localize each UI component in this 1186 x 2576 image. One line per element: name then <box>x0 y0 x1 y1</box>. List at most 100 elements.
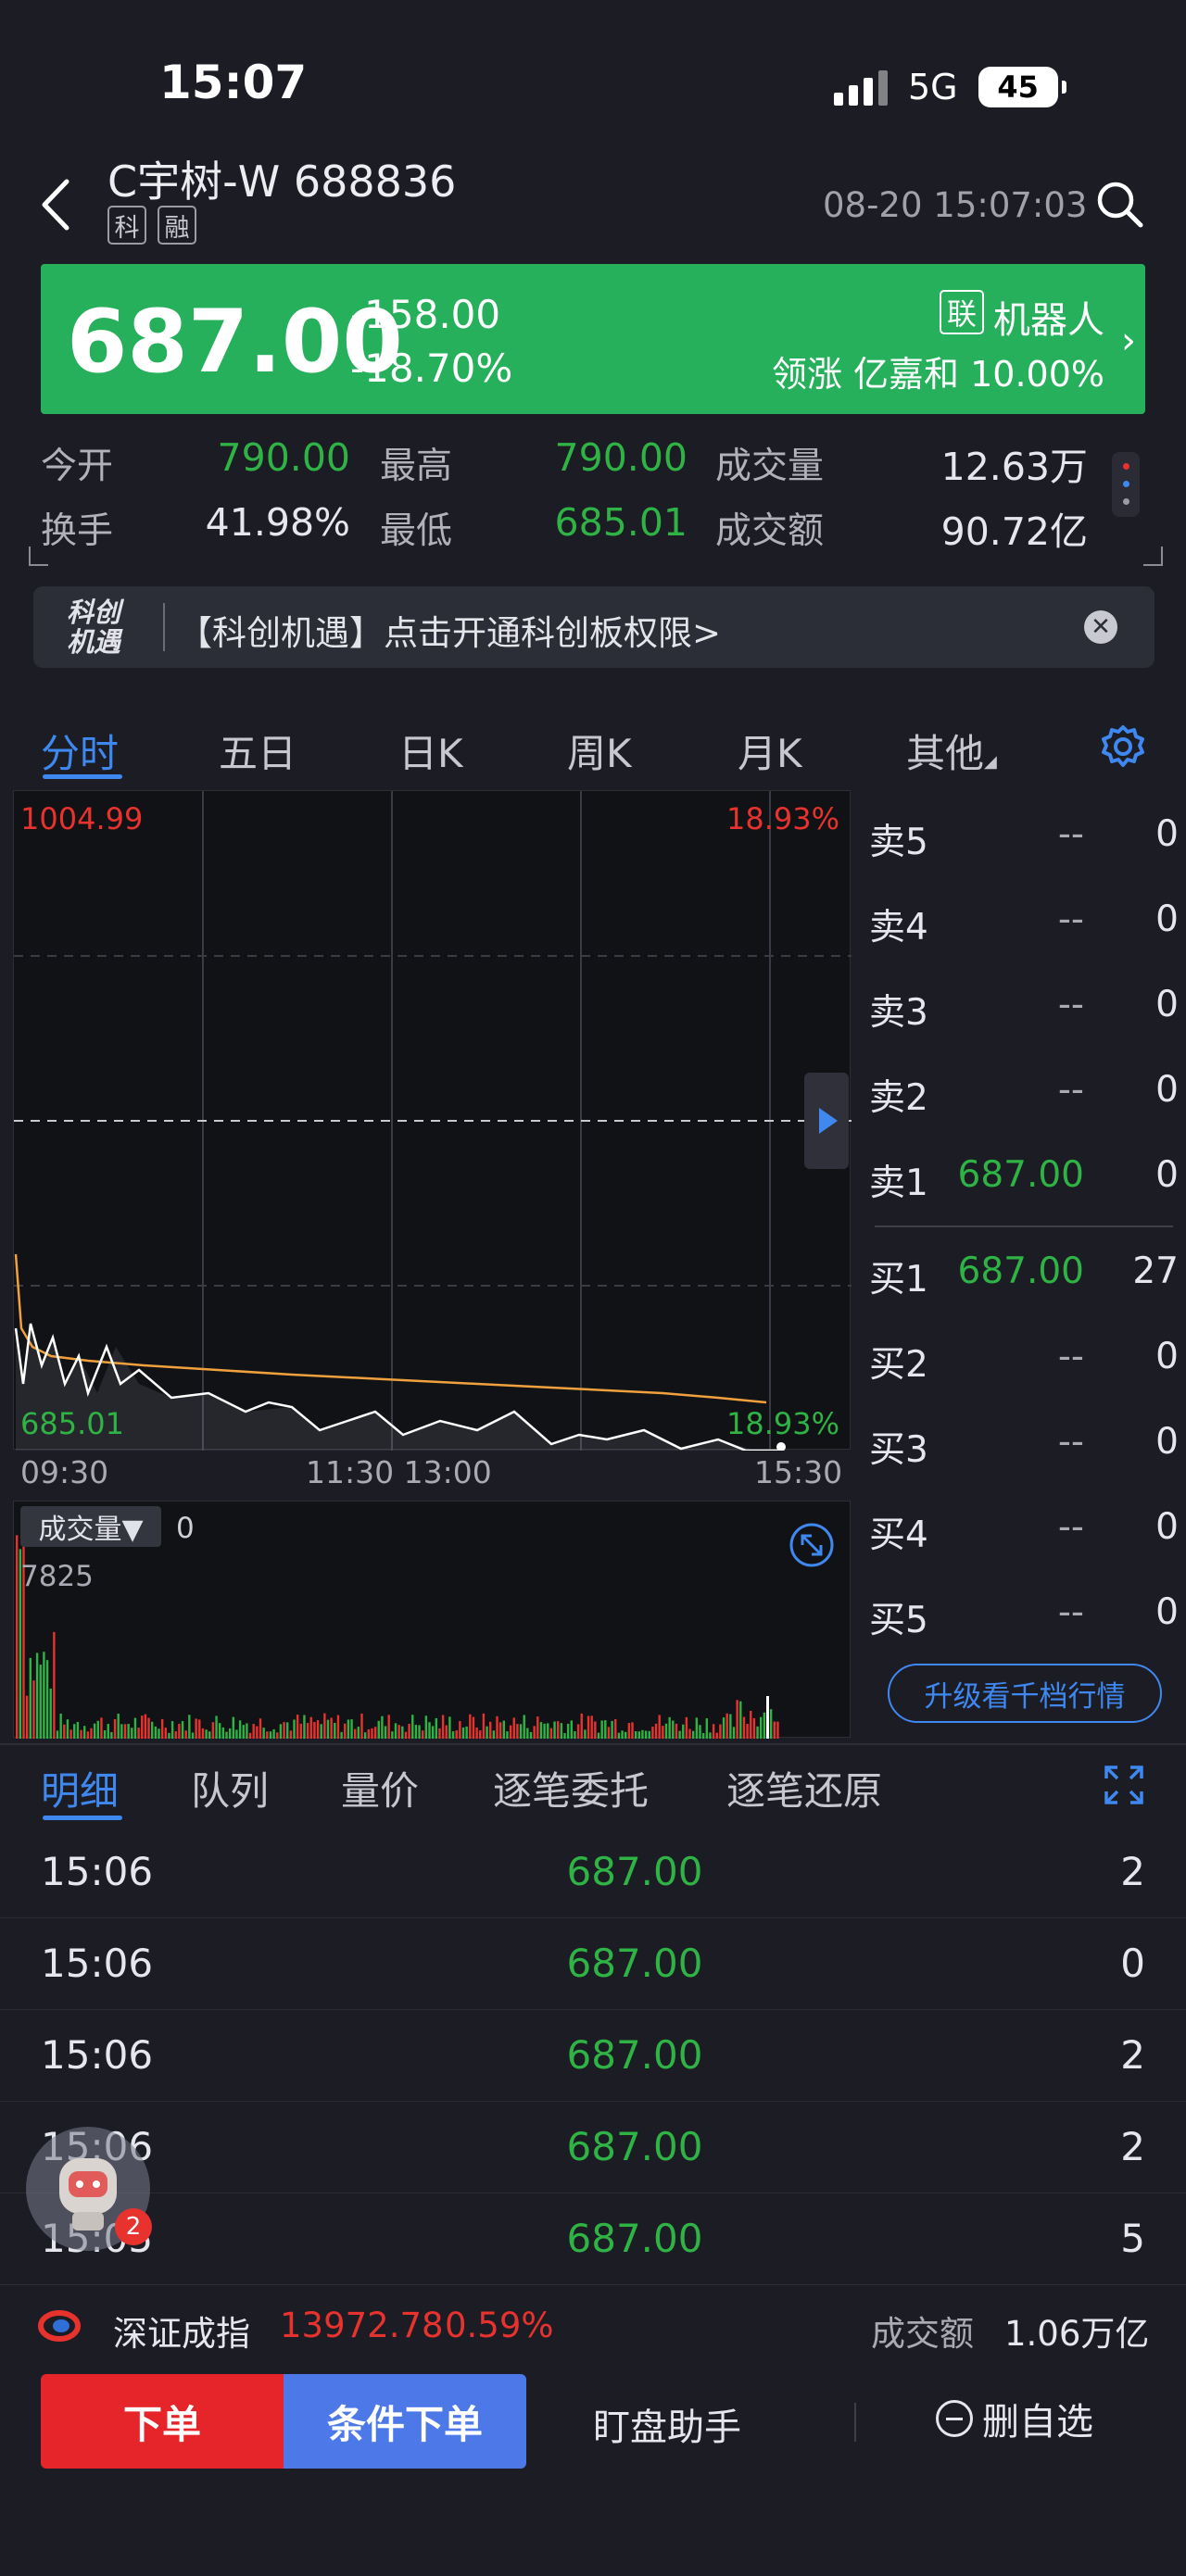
chart-fullscreen-button[interactable] <box>788 1521 836 1569</box>
bid5-price: -- <box>1057 1591 1084 1633</box>
tick-time: 15:06 <box>41 1941 154 1986</box>
volume-bar <box>576 1724 580 1739</box>
tab-volume-price[interactable]: 量价 <box>341 1760 419 1816</box>
volume-bar <box>451 1731 455 1739</box>
back-button[interactable] <box>35 174 82 235</box>
volume-bar <box>276 1732 279 1739</box>
volume-bar <box>262 1728 265 1739</box>
volume-value: 12.63万 <box>940 445 1088 489</box>
volume-bar <box>289 1730 293 1739</box>
conditional-order-button[interactable]: 条件下单 <box>284 2374 526 2469</box>
volume-bar <box>330 1717 333 1739</box>
tab-order-by-order[interactable]: 逐笔委托 <box>493 1760 649 1816</box>
volume-bar <box>201 1728 205 1739</box>
search-button[interactable] <box>1093 178 1145 230</box>
volume-bar <box>43 1652 45 1739</box>
close-icon[interactable]: ✕ <box>1084 610 1117 644</box>
volume-bar <box>486 1726 488 1739</box>
intraday-chart[interactable] <box>13 790 852 1452</box>
concept-name: 机器人 <box>993 299 1104 342</box>
tick-price: 687.00 <box>566 2032 703 2078</box>
remove-favorite-button[interactable]: 删自选 <box>936 2395 1093 2444</box>
tab-weekly-k[interactable]: 周K <box>567 723 632 779</box>
volume-bar <box>96 1720 99 1739</box>
tab-trade-replay[interactable]: 逐笔还原 <box>726 1760 882 1816</box>
volume-bar <box>86 1731 90 1739</box>
promo-logo-line2: 机遇 <box>67 626 121 658</box>
volume-bar <box>435 1717 437 1739</box>
volume-bar <box>672 1720 675 1739</box>
detail-fullscreen-button[interactable] <box>1103 1764 1145 1806</box>
tick-row: 15:06 687.00 2 <box>0 2102 1186 2193</box>
volume-bar <box>604 1720 607 1739</box>
volume-bar <box>627 1723 631 1739</box>
tab-five-day[interactable]: 五日 <box>219 723 296 779</box>
expand-orderbook-button[interactable] <box>804 1073 849 1169</box>
bid4-qty: 0 <box>1155 1506 1179 1548</box>
index-amount-label: 成交额 <box>871 2314 974 2354</box>
tab-intraday[interactable]: 分时 <box>41 723 119 779</box>
market-index-bar[interactable]: 深证成指 13972.78 0.59% 成交额 1.06万亿 <box>0 2284 1186 2368</box>
concept-leader: 领涨 亿嘉和 10.00% <box>771 354 1104 395</box>
volume-bar <box>283 1722 285 1739</box>
price-banner[interactable]: 687.00 -158.00 -18.70% 联 机器人 领涨 亿嘉和 10.0… <box>41 264 1145 414</box>
place-order-button[interactable]: 下单 <box>41 2374 284 2469</box>
volume-bar <box>557 1721 560 1739</box>
volume-bar <box>381 1715 384 1739</box>
volume-bar <box>25 1695 29 1739</box>
tab-other[interactable]: 其他◢ <box>906 723 997 779</box>
volume-bar <box>397 1725 400 1739</box>
volume-bar <box>648 1730 650 1739</box>
tick-time: 15:06 <box>41 1849 154 1894</box>
ask3-price: -- <box>1057 984 1084 1025</box>
stock-name: C宇树-W 688836 <box>107 157 457 207</box>
volume-bar <box>404 1731 408 1739</box>
bid3-label: 买3 <box>869 1429 928 1471</box>
volume-bar <box>296 1715 299 1739</box>
volume-bar <box>266 1731 269 1739</box>
tick-row: 15:05 687.00 5 <box>0 2193 1186 2285</box>
volume-bar <box>323 1713 326 1739</box>
volume-bar <box>347 1719 350 1739</box>
tick-price: 687.00 <box>566 2124 703 2169</box>
volume-indicator-select[interactable]: 成交量▼ <box>20 1506 161 1547</box>
more-stats-button[interactable] <box>1112 452 1140 517</box>
tab-detail[interactable]: 明细 <box>41 1760 119 1816</box>
volume-bar <box>53 1631 56 1739</box>
volume-bar <box>90 1728 93 1739</box>
monitor-assistant-button[interactable]: 盯盘助手 <box>593 2397 741 2451</box>
ask2-qty: 0 <box>1155 1069 1179 1111</box>
volume-bar <box>424 1715 428 1739</box>
shenzhen-index-icon <box>38 2310 81 2342</box>
volume-bar <box>705 1718 708 1739</box>
status-indicators: 5G 45 <box>834 61 1066 113</box>
tick-volume: 0 <box>1120 1941 1145 1986</box>
volume-bar <box>178 1723 181 1739</box>
volume-bar <box>560 1723 563 1739</box>
promo-banner[interactable]: 科创 机遇 【科创机遇】点击开通科创板权限> ✕ <box>33 586 1154 668</box>
volume-bar <box>215 1715 218 1739</box>
tab-daily-k[interactable]: 日K <box>398 723 463 779</box>
volume-bar <box>401 1726 404 1739</box>
bid5-label: 买5 <box>869 1600 928 1641</box>
play-right-icon <box>819 1108 838 1134</box>
promo-divider <box>163 603 165 651</box>
volume-bar <box>553 1721 556 1739</box>
promo-logo-line1: 科创 <box>67 597 121 628</box>
volume-bar <box>371 1728 373 1739</box>
index-name: 深证成指 <box>113 2314 250 2354</box>
bid2-qty: 0 <box>1155 1336 1179 1377</box>
tab-queue[interactable]: 队列 <box>191 1760 269 1816</box>
chart-settings-button[interactable] <box>1099 723 1147 771</box>
volume-bar <box>654 1723 658 1739</box>
tick-row: 15:06 687.00 2 <box>0 2010 1186 2102</box>
volume-bar <box>461 1727 465 1739</box>
chart-high-price: 1004.99 <box>20 801 144 836</box>
volume-bar <box>408 1723 410 1739</box>
upgrade-depth-button[interactable]: 升级看千档行情 <box>888 1664 1162 1723</box>
high-label: 最高 <box>380 446 453 487</box>
tab-monthly-k[interactable]: 月K <box>738 723 802 779</box>
volume-bar <box>29 1657 32 1739</box>
volume-bar <box>682 1724 685 1739</box>
expand-icon <box>789 1523 834 1567</box>
